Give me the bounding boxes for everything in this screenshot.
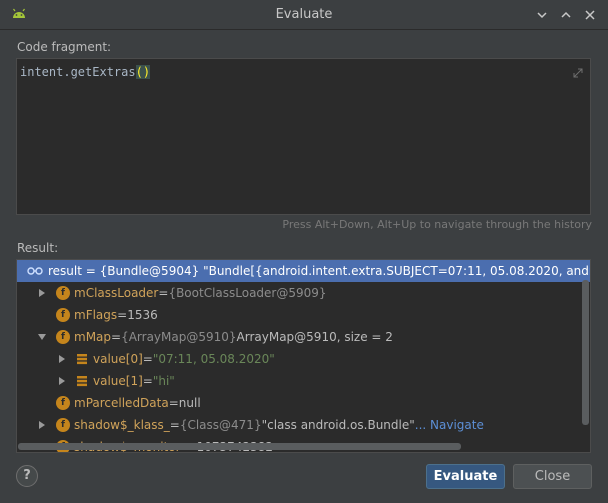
tree-row-value-1[interactable]: value[1] = "hi" [17, 370, 590, 392]
tree-row-mclassloader[interactable]: f mClassLoader = {BootClassLoader@5909} [17, 282, 590, 304]
navigate-link[interactable]: ... Navigate [415, 418, 484, 432]
field-icon: f [56, 286, 70, 300]
watch-glasses-icon [27, 267, 43, 275]
row-value: "hi" [152, 374, 175, 388]
row-name: mFlags [74, 308, 118, 322]
row-type: {BootClassLoader@5909} [168, 286, 327, 300]
code-paren: () [135, 65, 151, 79]
collapsed-triangle-icon[interactable] [37, 420, 47, 430]
code-expression: intent.getExtras [20, 65, 136, 79]
tree-row-mmap[interactable]: f mMap = {ArrayMap@5910} ArrayMap@5910, … [17, 326, 590, 348]
row-name: value[1] [93, 374, 143, 388]
collapse-arrows-icon[interactable] [572, 67, 584, 79]
field-icon: f [56, 330, 70, 344]
field-icon: f [56, 396, 70, 410]
title-bar: Evaluate [0, 0, 608, 30]
close-button[interactable]: Close [513, 464, 592, 489]
result-tree[interactable]: result = {Bundle@5904} "Bundle[{android.… [16, 259, 591, 453]
tree-row-result[interactable]: result = {Bundle@5904} "Bundle[{android.… [17, 260, 590, 282]
collapsed-triangle-icon[interactable] [37, 288, 47, 298]
tree-row-value-0[interactable]: value[0] = "07:11, 05.08.2020" [17, 348, 590, 370]
tree-row-mparcelleddata[interactable]: f mParcelledData = null [17, 392, 590, 414]
window-title: Evaluate [275, 7, 333, 22]
result-label: Result: [17, 241, 59, 255]
vertical-scrollbar[interactable] [582, 280, 589, 425]
code-fragment-editor[interactable]: intent.getExtras() [16, 58, 591, 215]
minimize-icon[interactable] [532, 5, 552, 25]
array-element-icon [77, 354, 87, 365]
code-fragment-label: Code fragment: [17, 40, 112, 54]
row-name: mClassLoader [74, 286, 159, 300]
field-icon: f [56, 308, 70, 322]
row-value: 1536 [127, 308, 158, 322]
code-text[interactable]: intent.getExtras() [20, 65, 151, 79]
horizontal-scrollbar[interactable] [18, 443, 461, 450]
row-value: "Bundle[{android.intent.extra.SUBJECT=07… [203, 264, 590, 278]
tree-row-mflags[interactable]: f mFlags = 1536 [17, 304, 590, 326]
field-icon: f [56, 418, 70, 432]
tree-row-shadow-klass[interactable]: f shadow$_klass_ = {Class@471} "class an… [17, 414, 590, 436]
row-name: mParcelledData [74, 396, 169, 410]
row-name: result [48, 264, 82, 278]
row-type: {ArrayMap@5910} [121, 330, 237, 344]
close-icon[interactable] [580, 5, 600, 25]
row-value: "class android.os.Bundle" [261, 418, 415, 432]
array-element-icon [77, 376, 87, 387]
row-name: value[0] [93, 352, 143, 366]
row-value: ArrayMap@5910, size = 2 [236, 330, 393, 344]
evaluate-button[interactable]: Evaluate [426, 464, 505, 489]
row-type: {Bundle@5904} [99, 264, 200, 278]
collapsed-triangle-icon[interactable] [57, 354, 67, 364]
help-button[interactable]: ? [16, 465, 38, 487]
row-name: mMap [74, 330, 112, 344]
row-value: "07:11, 05.08.2020" [152, 352, 275, 366]
history-hint: Press Alt+Down, Alt+Up to navigate throu… [282, 218, 592, 231]
row-name: shadow$_klass_ [74, 418, 170, 432]
row-type: {Class@471} [179, 418, 262, 432]
collapsed-triangle-icon[interactable] [57, 376, 67, 386]
expanded-triangle-icon[interactable] [37, 332, 47, 342]
row-value: null [178, 396, 201, 410]
maximize-icon[interactable] [556, 5, 576, 25]
